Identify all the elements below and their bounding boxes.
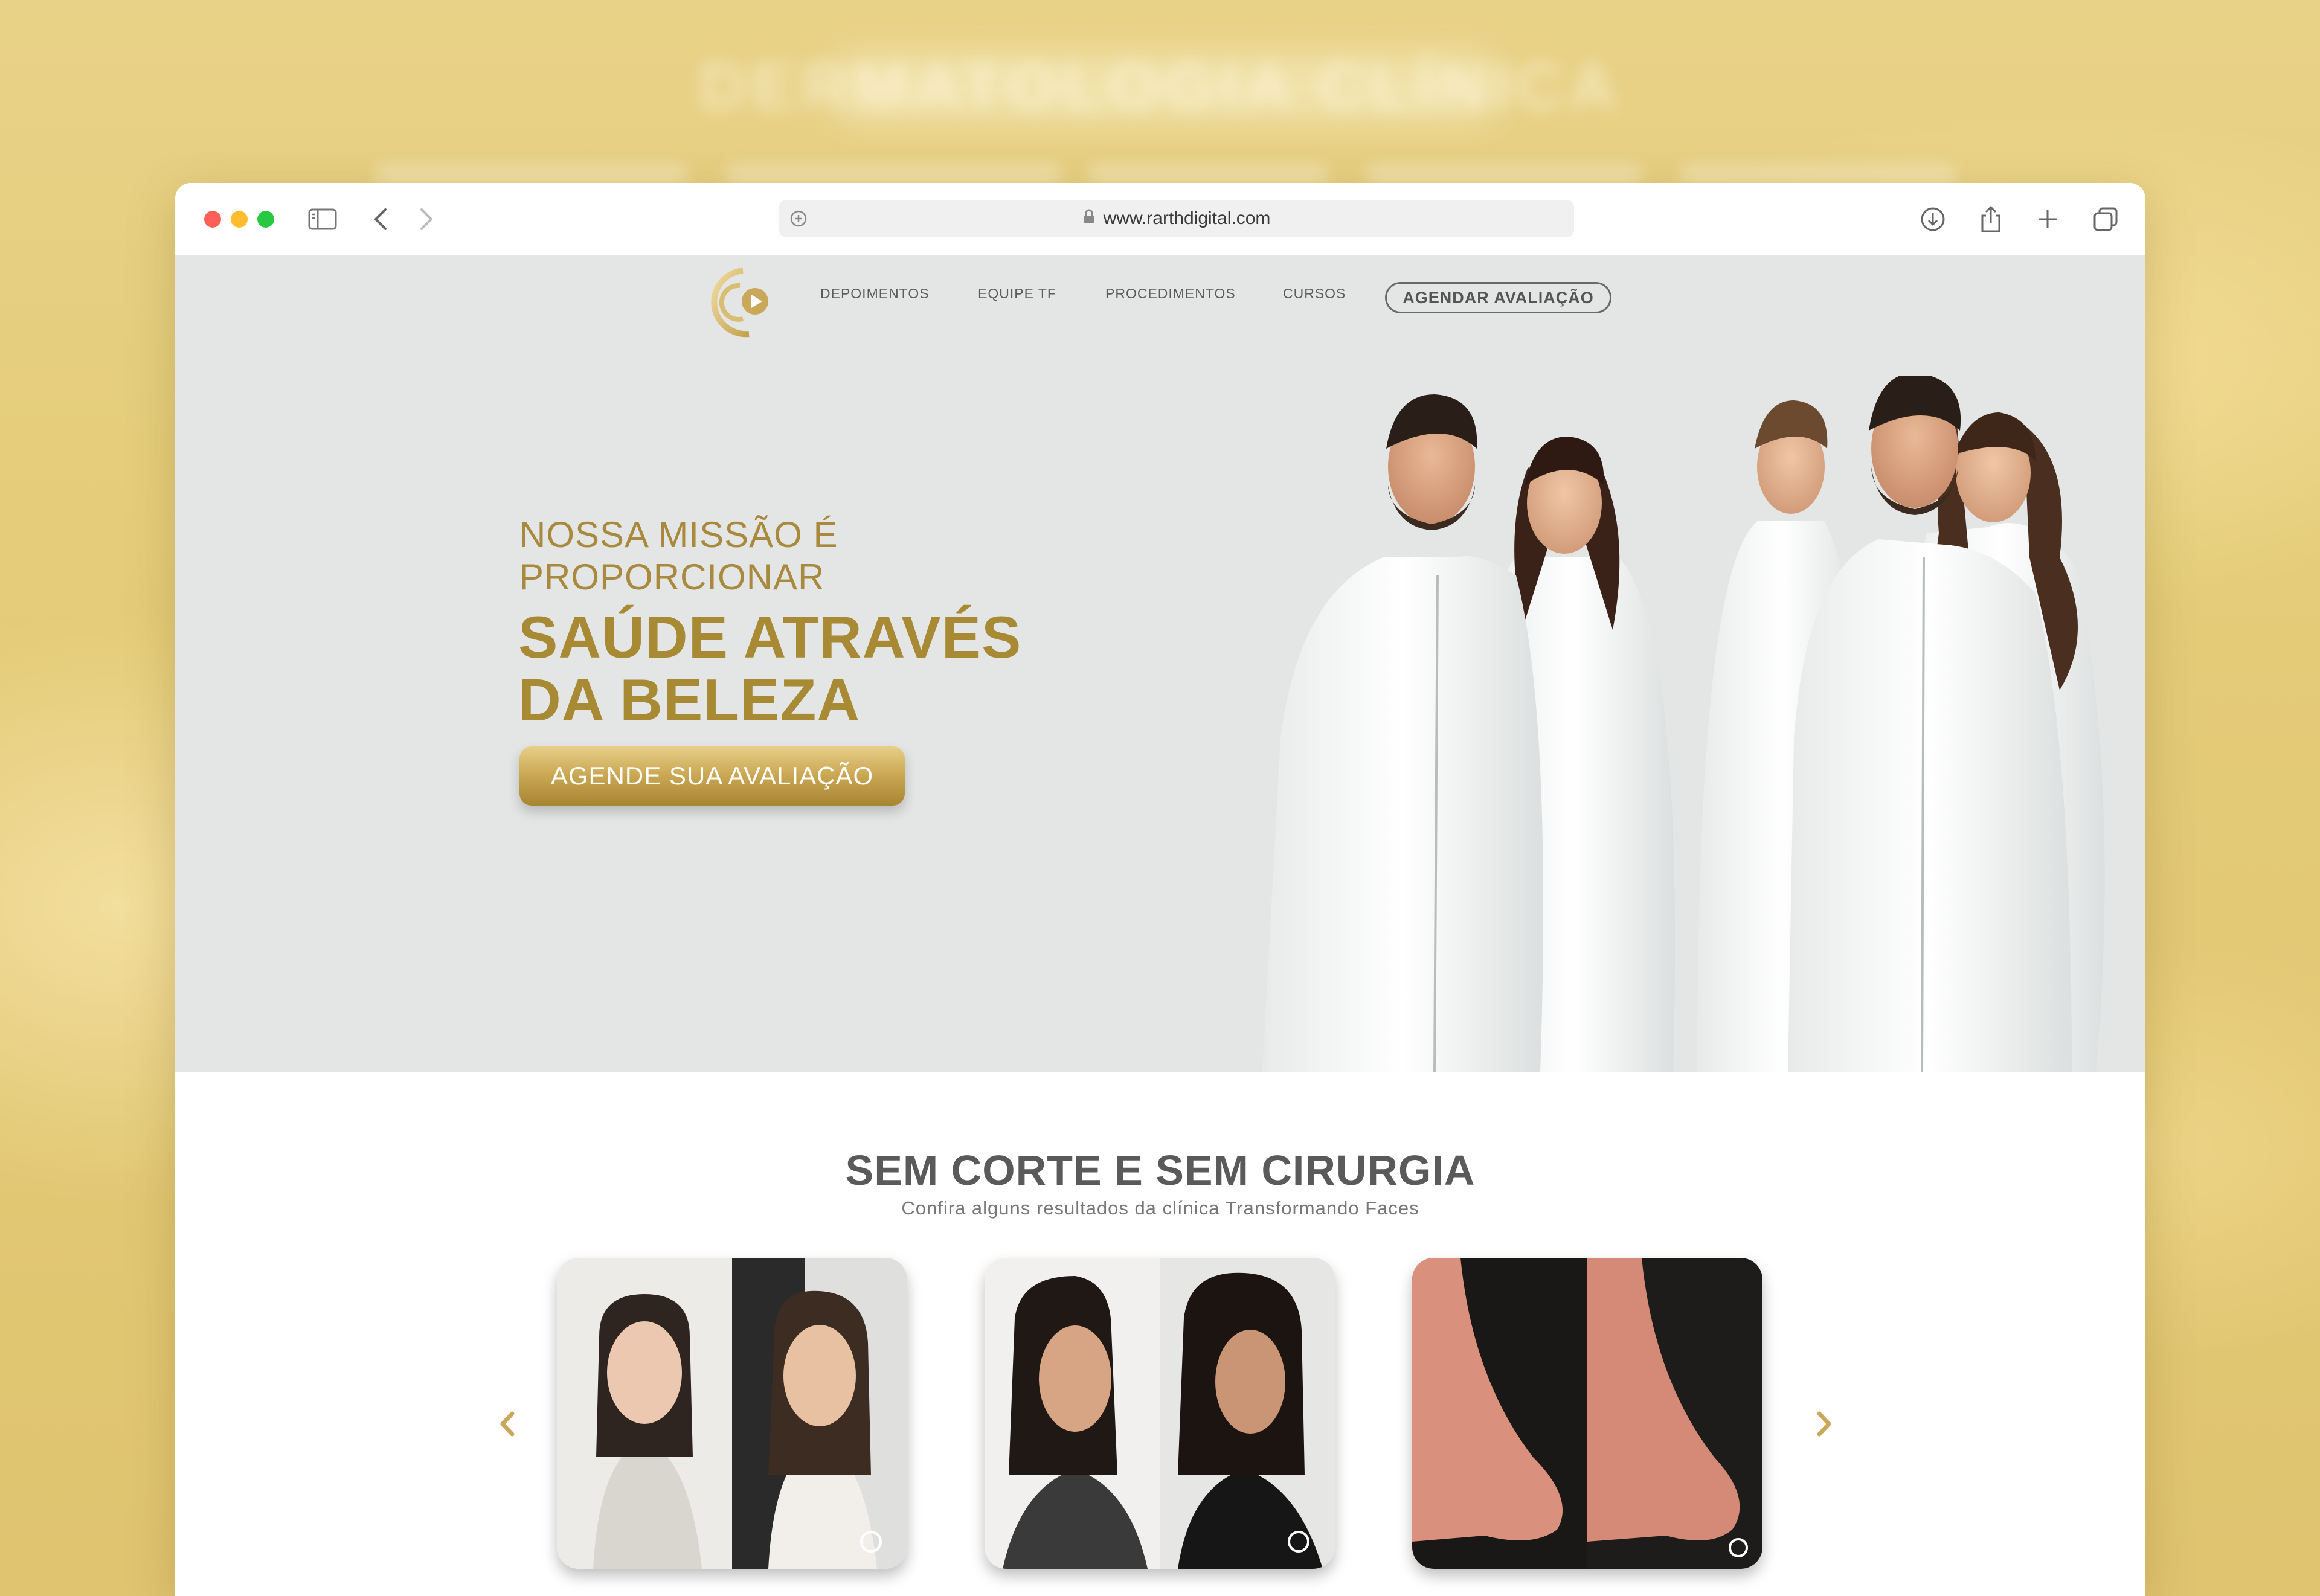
- lock-icon: [1083, 209, 1095, 229]
- results-title: SEM CORTE E SEM CIRURGIA: [845, 1147, 1476, 1194]
- team-photo: [1262, 376, 2105, 1072]
- nav-item-cursos[interactable]: CURSOS: [1283, 286, 1346, 302]
- nav-item-procedimentos[interactable]: PROCEDIMENTOS: [1105, 286, 1236, 302]
- hero-schedule-button[interactable]: AGENDE SUA AVALIAÇÃO: [519, 746, 905, 806]
- address-bar[interactable]: www.rarthdigital.com: [779, 200, 1574, 237]
- backdrop-title: DERMATOLOGIA CLÍNICA: [699, 50, 1621, 124]
- browser-toolbar: www.rarthdigital.com: [175, 183, 2145, 256]
- carousel-next-icon[interactable]: [1812, 1409, 1836, 1439]
- mission-line-2: PROPORCIONAR: [519, 557, 825, 597]
- headline-line-1: SAÚDE ATRAVÉS: [518, 604, 1022, 670]
- url-row: www.rarthdigital.com: [779, 208, 1574, 229]
- result-card[interactable]: [985, 1258, 1335, 1569]
- mission-line-1: NOSSA MISSÃO É: [519, 514, 838, 555]
- hero-section: DEPOIMENTOS EQUIPE TF PROCEDIMENTOS CURS…: [175, 255, 2145, 1072]
- share-icon[interactable]: [1975, 204, 2007, 235]
- tab-overview-icon[interactable]: [2090, 204, 2121, 235]
- headline-line-2: DA BELEZA: [518, 667, 861, 733]
- clinic-logo[interactable]: [707, 261, 773, 340]
- hero-headline: SAÚDE ATRAVÉS DA BELEZA: [518, 606, 1021, 731]
- minimize-window-button[interactable]: [231, 211, 248, 228]
- result-card[interactable]: [1412, 1258, 1762, 1569]
- back-icon[interactable]: [365, 204, 396, 235]
- before-after-image: [557, 1258, 907, 1569]
- close-window-button[interactable]: [204, 211, 221, 228]
- url-text: www.rarthdigital.com: [1103, 208, 1271, 228]
- new-tab-icon[interactable]: [2032, 204, 2063, 235]
- nav-item-depoimentos[interactable]: DEPOIMENTOS: [820, 286, 930, 302]
- before-after-image: [1412, 1258, 1762, 1569]
- web-page: DEPOIMENTOS EQUIPE TF PROCEDIMENTOS CURS…: [175, 255, 2145, 1596]
- browser-window: www.rarthdigital.com DEPOIMENTOS EQUIPE …: [175, 183, 2145, 1596]
- carousel-prev-icon[interactable]: [495, 1409, 519, 1439]
- before-after-image: [985, 1258, 1335, 1569]
- zoom-window-button[interactable]: [257, 211, 274, 228]
- nav-item-equipe[interactable]: EQUIPE TF: [978, 286, 1056, 302]
- downloads-icon[interactable]: [1917, 204, 1949, 235]
- result-card[interactable]: [557, 1258, 907, 1569]
- nav-schedule-button[interactable]: AGENDAR AVALIAÇÃO: [1385, 282, 1611, 313]
- sidebar-toggle-icon[interactable]: [307, 204, 338, 235]
- team-member: [1262, 394, 1543, 1072]
- results-subtitle: Confira alguns resultados da clínica Tra…: [901, 1197, 1419, 1219]
- forward-icon[interactable]: [411, 204, 442, 235]
- mission-text: NOSSA MISSÃO É PROPORCIONAR: [519, 514, 838, 598]
